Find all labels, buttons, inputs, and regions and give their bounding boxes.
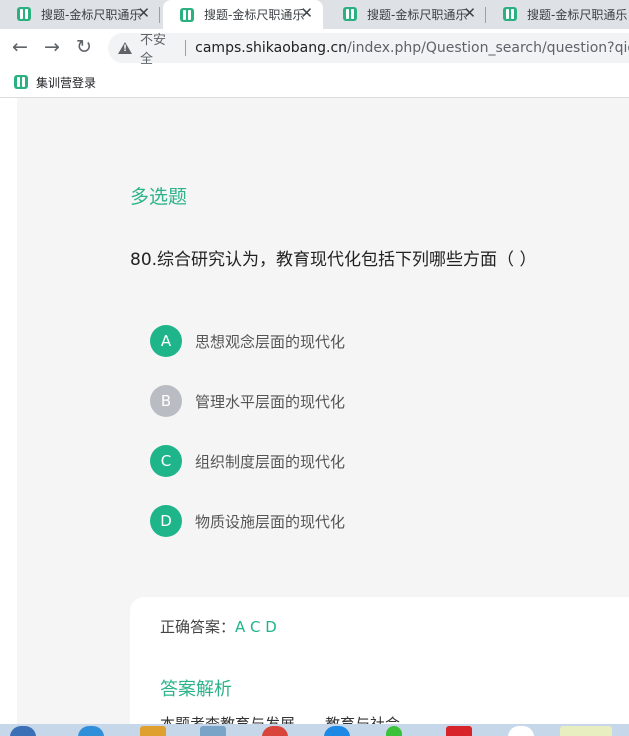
file-explorer-icon[interactable] — [140, 726, 166, 736]
option-text: 物质设施层面的现代化 — [195, 512, 346, 531]
option-letter-badge: A — [150, 325, 182, 357]
bookmark-item[interactable]: 集训营登录 — [14, 74, 96, 91]
reload-icon[interactable]: ↻ — [76, 36, 92, 58]
app-icon[interactable] — [508, 726, 534, 736]
bookmarks-bar: 集训营登录 — [0, 67, 629, 98]
tab-strip: 搜题-金标尺职通乐 ✕ 搜题-金标尺职通乐 ✕ 搜题-金标尺职通乐 ✕ 搜题-金… — [0, 0, 629, 29]
browser-tab-active[interactable]: 搜题-金标尺职通乐 ✕ — [163, 0, 323, 29]
option-text: 思想观念层面的现代化 — [195, 332, 346, 351]
correct-answer-label: 正确答案： — [160, 618, 236, 636]
option-a[interactable]: A 思想观念层面的现代化 — [150, 325, 345, 357]
app-icon[interactable] — [386, 726, 402, 736]
analysis-title: 答案解析 — [160, 679, 232, 700]
page-gutter — [0, 98, 17, 724]
option-letter-badge: B — [150, 385, 182, 417]
start-button-icon[interactable] — [10, 726, 36, 736]
question-text: 80.综合研究认为，教育现代化包括下列哪些方面（ ） — [130, 250, 537, 270]
chrome-icon[interactable] — [262, 726, 288, 736]
option-b[interactable]: B 管理水平层面的现代化 — [150, 385, 345, 417]
book-icon — [503, 7, 517, 21]
option-c[interactable]: C 组织制度层面的现代化 — [150, 445, 345, 477]
tab-separator — [159, 7, 160, 23]
tab-title: 搜题-金标尺职通乐 — [527, 7, 628, 22]
url-path: /index.php/Question_search/question?qid= — [347, 40, 629, 56]
close-icon[interactable]: ✕ — [137, 4, 150, 22]
book-icon — [343, 7, 357, 21]
close-icon[interactable]: ✕ — [463, 4, 476, 22]
option-letter-badge: D — [150, 505, 182, 537]
warning-triangle-icon[interactable]: ! — [118, 42, 132, 54]
book-icon — [17, 7, 31, 21]
option-letter-badge: C — [150, 445, 182, 477]
forward-icon[interactable]: → — [44, 36, 60, 58]
browser-tab[interactable]: 搜题-金标尺职通乐 — [486, 0, 629, 28]
question-type-label: 多选题 — [130, 186, 188, 208]
browser-tab[interactable]: 搜题-金标尺职通乐 ✕ — [326, 0, 486, 28]
page-content: 多选题 80.综合研究认为，教育现代化包括下列哪些方面（ ） A 思想观念层面的… — [0, 98, 629, 724]
security-label[interactable]: 不安全 — [140, 29, 176, 67]
ie-browser-icon[interactable] — [78, 726, 104, 736]
option-d[interactable]: D 物质设施层面的现代化 — [150, 505, 345, 537]
tab-title: 搜题-金标尺职通乐 — [367, 7, 468, 22]
browser-tab[interactable]: 搜题-金标尺职通乐 ✕ — [0, 0, 160, 28]
tab-title: 搜题-金标尺职通乐 — [41, 7, 142, 22]
browser-toolbar: ← → ↻ ! 不安全 camps.shikaobang.cn/index.ph… — [0, 29, 629, 67]
answer-card: 正确答案：A C D 答案解析 本题考查教育与发展——教育与社会 — [130, 597, 629, 724]
analysis-text: 本题考查教育与发展——教育与社会 — [160, 715, 401, 724]
correct-answer-line: 正确答案：A C D — [160, 616, 277, 637]
book-icon — [180, 7, 194, 22]
active-app-icon[interactable] — [560, 726, 612, 736]
correct-answer-value: A C D — [235, 618, 277, 636]
address-bar[interactable]: ! 不安全 camps.shikaobang.cn/index.php/Ques… — [108, 33, 629, 67]
url-host: camps.shikaobang.cn — [195, 40, 348, 56]
os-taskbar — [0, 724, 629, 736]
close-icon[interactable]: ✕ — [300, 4, 313, 22]
tab-title: 搜题-金标尺职通乐 — [204, 8, 305, 22]
app-icon[interactable] — [200, 726, 226, 736]
app-icon[interactable] — [324, 726, 350, 736]
bookmark-label: 集训营登录 — [36, 75, 97, 90]
option-text: 组织制度层面的现代化 — [195, 452, 346, 471]
omnibox-divider — [185, 40, 187, 56]
app-icon[interactable] — [446, 726, 472, 736]
url-text[interactable]: camps.shikaobang.cn/index.php/Question_s… — [195, 40, 629, 56]
option-text: 管理水平层面的现代化 — [195, 392, 346, 411]
book-icon — [14, 75, 28, 89]
back-icon[interactable]: ← — [12, 36, 28, 58]
